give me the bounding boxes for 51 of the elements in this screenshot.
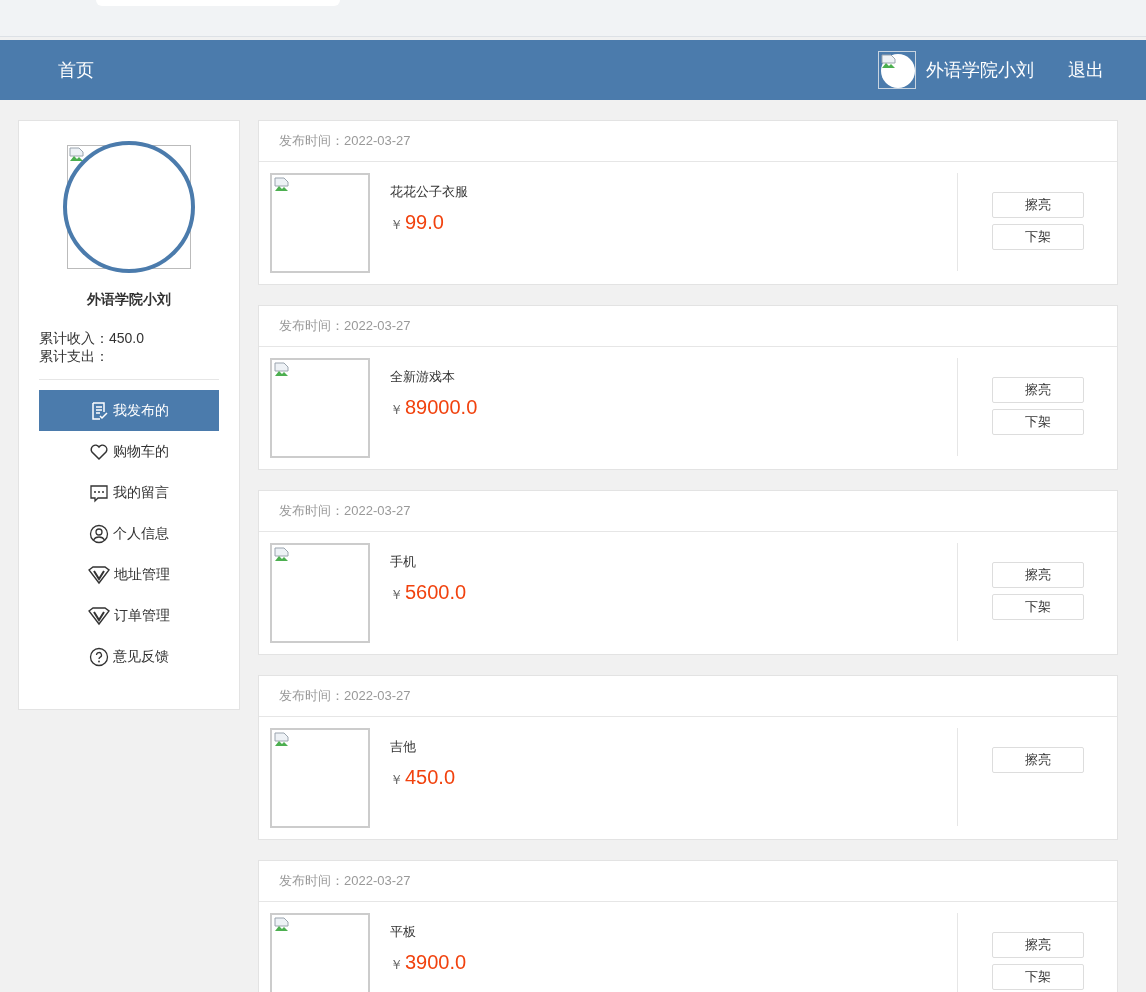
document-check-icon: [89, 400, 109, 421]
product-price: ￥99.0: [390, 211, 445, 234]
broken-image-icon: [274, 917, 290, 933]
menu-item[interactable]: 我的留言: [39, 472, 219, 513]
action-button[interactable]: 下架: [991, 409, 1084, 435]
product-title: 手机: [390, 553, 417, 571]
menu-item[interactable]: 地址管理: [39, 554, 219, 595]
user-name: 外语学院小刘: [86, 291, 172, 309]
expense-text: 累计支出：: [39, 347, 110, 365]
broken-image-icon: [69, 147, 85, 163]
menu-item[interactable]: 购物车的: [39, 431, 219, 472]
broken-image-icon: [881, 54, 897, 70]
heart-icon: [89, 441, 109, 462]
action-button[interactable]: 擦亮: [991, 562, 1084, 588]
action-button[interactable]: 擦亮: [991, 377, 1084, 403]
action-button[interactable]: 下架: [991, 594, 1084, 620]
income-text: 累计收入：450.0: [39, 329, 146, 347]
broken-image-icon: [274, 362, 290, 378]
diamond-icon: [88, 605, 110, 626]
action-button[interactable]: 下架: [991, 224, 1084, 250]
product-price: ￥5600.0: [390, 581, 468, 604]
action-button[interactable]: 擦亮: [991, 192, 1084, 218]
product-price: ￥3900.0: [390, 951, 468, 974]
chat-bubble-icon: [89, 482, 109, 503]
home-link[interactable]: 首页: [58, 58, 94, 82]
product-price: ￥450.0: [390, 766, 457, 789]
publish-time: 发布时间：2022-03-27: [259, 676, 1117, 717]
user-name: 外语学院小刘: [926, 59, 1034, 82]
action-button[interactable]: 擦亮: [991, 747, 1084, 773]
logout-link[interactable]: 退出: [1068, 58, 1104, 82]
broken-image-icon: [274, 547, 290, 563]
action-button[interactable]: 下架: [991, 964, 1084, 990]
broken-image-icon: [274, 732, 290, 748]
product-title: 平板: [390, 923, 417, 941]
publish-time: 发布时间：2022-03-27: [259, 306, 1117, 347]
publish-time: 发布时间：2022-03-27: [259, 491, 1117, 532]
product-title: 花花公子衣服: [390, 183, 469, 201]
product-price: ￥89000.0: [390, 396, 479, 419]
diamond-icon: [88, 564, 110, 585]
menu-item[interactable]: 我发布的: [39, 390, 219, 431]
publish-time: 发布时间：2022-03-27: [259, 861, 1117, 902]
broken-image-icon: [274, 177, 290, 193]
product-title: 吉他: [390, 738, 417, 756]
question-icon: [89, 646, 109, 667]
user-icon: [89, 523, 109, 544]
menu-item[interactable]: 个人信息: [39, 513, 219, 554]
product-title: 全新游戏本: [390, 368, 456, 386]
action-button[interactable]: 擦亮: [991, 932, 1084, 958]
publish-time: 发布时间：2022-03-27: [259, 121, 1117, 162]
menu-item[interactable]: 意见反馈: [39, 636, 219, 677]
menu-item[interactable]: 订单管理: [39, 595, 219, 636]
